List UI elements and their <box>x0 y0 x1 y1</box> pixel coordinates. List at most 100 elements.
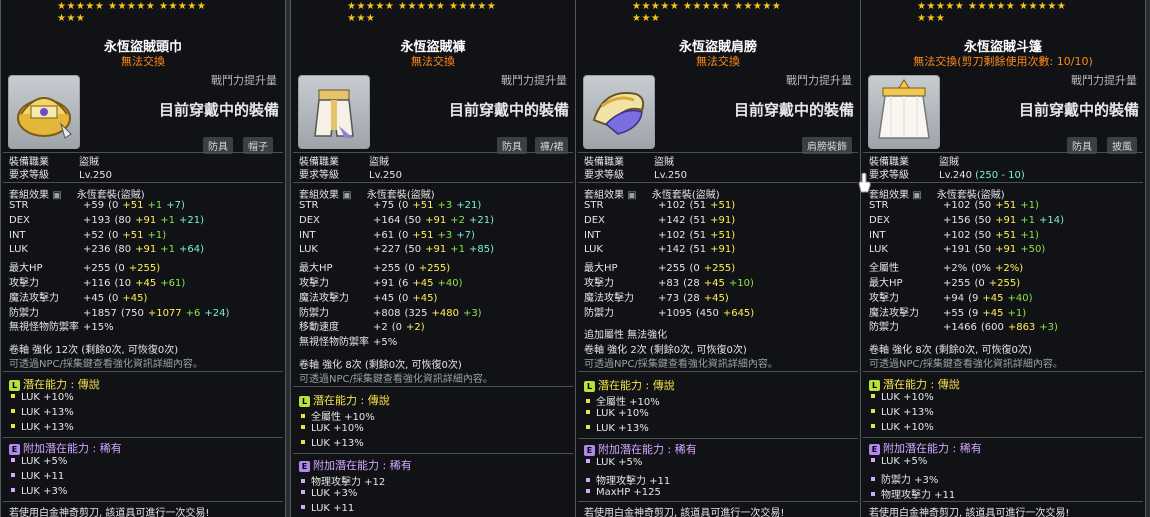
stat-total: +156 <box>943 214 971 226</box>
stat-row: INT +52 (0 +51 +1) <box>9 230 170 241</box>
potential-line: 全屬性 +10% <box>299 408 375 423</box>
stat-label: 移動速度 <box>299 322 339 334</box>
scroll-line: 卷軸 強化 8次 (剩餘0次, 可恢復0次) <box>869 345 1032 356</box>
stat-base: (50 <box>404 244 422 256</box>
bonus-line: LUK +5% <box>584 457 642 468</box>
stat-total: +102 <box>943 200 971 211</box>
level-value: Lv.250 <box>369 170 402 181</box>
stat-scroll: +7) <box>456 229 475 241</box>
level-row: 要求等級 Lv.250 <box>9 166 112 181</box>
stat-flame: +51 <box>412 229 434 241</box>
stat-row: STR +102 (50 +51 +1) <box>869 200 1043 211</box>
stat-label: 魔法攻擊力 <box>9 292 59 304</box>
headgear-icon <box>8 75 80 149</box>
stat-total: +142 <box>658 214 686 226</box>
extra-line: 追加屬性 無法強化 <box>584 330 668 341</box>
tooltip-pants: ★★★★★ ★★★★★ ★★★★★ ★★★ 永恆盜賊褲 無法交換 戰鬥力提升量 … <box>290 0 576 517</box>
stat-label: 最大HP <box>9 263 43 275</box>
stat-row: 最大HP +255 (0 +255) <box>584 259 743 274</box>
stat-label: 防禦力 <box>9 307 39 319</box>
level-label: 要求等級 <box>299 170 339 181</box>
stat-label: DEX <box>584 214 605 226</box>
level-reduction: (250 - 10) <box>975 170 1025 181</box>
bonus-line: LUK +11 <box>9 471 64 482</box>
divider <box>293 453 573 454</box>
stat-flame: +51 <box>995 200 1017 211</box>
scroll-line: 卷軸 強化 8次 (剩餘0次, 可恢復0次) <box>299 360 462 371</box>
trade-status: 無法交換 <box>696 55 740 68</box>
bonus-potential-title: 附加潛在能力 : 稀有 <box>883 442 982 455</box>
stat-label: 全屬性 <box>869 263 899 275</box>
divider <box>863 501 1143 502</box>
epic-badge-icon: E <box>869 443 880 455</box>
stat-bonus: +40) <box>1007 292 1033 304</box>
set-row: 套組效果 ▣ 永恆套裝(盜賊) <box>9 186 145 201</box>
stat-row: 魔法攻擊力 +45 (0 +45) <box>299 289 445 304</box>
stat-base: (750 <box>120 307 144 319</box>
stat-base: (600 <box>980 322 1004 334</box>
set-row: 套組效果 ▣ 永恆套裝(盜賊) <box>299 186 435 201</box>
stat-label: DEX <box>9 214 30 226</box>
bonus-line: LUK +3% <box>299 488 357 499</box>
stat-row: STR +102 (51 +51) <box>584 200 743 211</box>
stat-flame: +45) <box>703 292 729 304</box>
stat-row: 全屬性 +2% (0% +2%) <box>869 259 1031 274</box>
stat-base: (0 <box>689 263 700 275</box>
stat-total: +255 <box>373 263 401 275</box>
stat-label: 攻擊力 <box>299 278 329 289</box>
footer-note: 若使用白金神奇剪刀, 該道具可進行一次交易! <box>9 508 210 517</box>
stat-base: (50 <box>974 214 992 226</box>
equipped-label: 目前穿戴中的裝備 <box>158 101 279 119</box>
stat-bonus: +1 <box>450 244 465 256</box>
bonus-potential-title: 附加潛在能力 : 稀有 <box>23 442 122 455</box>
stat-label: 防禦力 <box>584 307 614 319</box>
stat-total: +2 <box>373 322 388 334</box>
stat-flame: +863 <box>1007 322 1036 334</box>
stat-flame: +91 <box>995 214 1017 226</box>
bonus-line: 物理攻擊力 +11 <box>869 486 955 501</box>
stat-label: 最大HP <box>584 263 618 275</box>
stat-total: +59 <box>83 200 105 211</box>
stat-base: (9 <box>968 307 979 319</box>
stat-bonus: +50) <box>1020 244 1046 256</box>
bonus-potential-header: E 附加潛在能力 : 稀有 <box>584 441 697 457</box>
stat-label: INT <box>9 229 26 241</box>
stat-base: (10 <box>114 278 132 289</box>
stat-flame: +45) <box>412 292 438 304</box>
footer-note: 若使用白金神奇剪刀, 該道具可進行一次交易! <box>584 508 785 517</box>
stat-flame: +91 <box>135 214 157 226</box>
stat-total: +227 <box>373 244 401 256</box>
tooltip-cape: ★★★★★ ★★★★★ ★★★★★ ★★★ 永恆盜賊斗篷 無法交換(剪刀剩餘使用… <box>860 0 1146 517</box>
stars-row1: ★★★★★ ★★★★★ ★★★★★ <box>57 1 207 12</box>
bonus-potential-title: 附加潛在能力 : 稀有 <box>598 443 697 456</box>
stat-flame: +91 <box>425 244 447 256</box>
potential-line: LUK +13% <box>9 422 74 433</box>
stat-bonus: +1) <box>1020 229 1039 241</box>
stat-label: 攻擊力 <box>9 278 39 289</box>
stat-label: LUK <box>869 244 888 256</box>
stat-label: 無視怪物防禦率 <box>299 337 369 349</box>
divider <box>578 501 858 502</box>
stat-scroll: +21) <box>468 214 494 226</box>
stat-flame: +51 <box>122 229 144 241</box>
trade-status-text: 無法交換 <box>913 55 958 68</box>
stat-total: +5% <box>373 337 398 349</box>
stat-base: (0 <box>974 278 985 289</box>
stat-base: (6 <box>398 278 409 289</box>
stat-scroll: +7) <box>166 200 185 211</box>
stat-bonus: +61) <box>160 278 186 289</box>
bonus-potential-header: E 附加潛在能力 : 稀有 <box>9 440 122 456</box>
stat-label: STR <box>9 200 29 211</box>
stat-flame: +51 <box>412 200 434 211</box>
stat-row: 無視怪物防禦率 +15% <box>9 318 130 333</box>
bonus-potential-header: E 附加潛在能力 : 稀有 <box>299 457 412 473</box>
stat-bonus: +3 <box>437 200 453 211</box>
stat-flame: +45 <box>703 278 725 289</box>
stat-label: 魔法攻擊力 <box>299 292 349 304</box>
power-increase-label: 戰鬥力提升量 <box>1071 74 1137 87</box>
stat-label: LUK <box>9 244 28 256</box>
level-row: 要求等級 Lv.250 <box>299 166 402 181</box>
stat-scroll: +64) <box>178 244 204 256</box>
stat-flame: +91) <box>710 214 736 226</box>
stat-flame: +91) <box>710 244 736 256</box>
